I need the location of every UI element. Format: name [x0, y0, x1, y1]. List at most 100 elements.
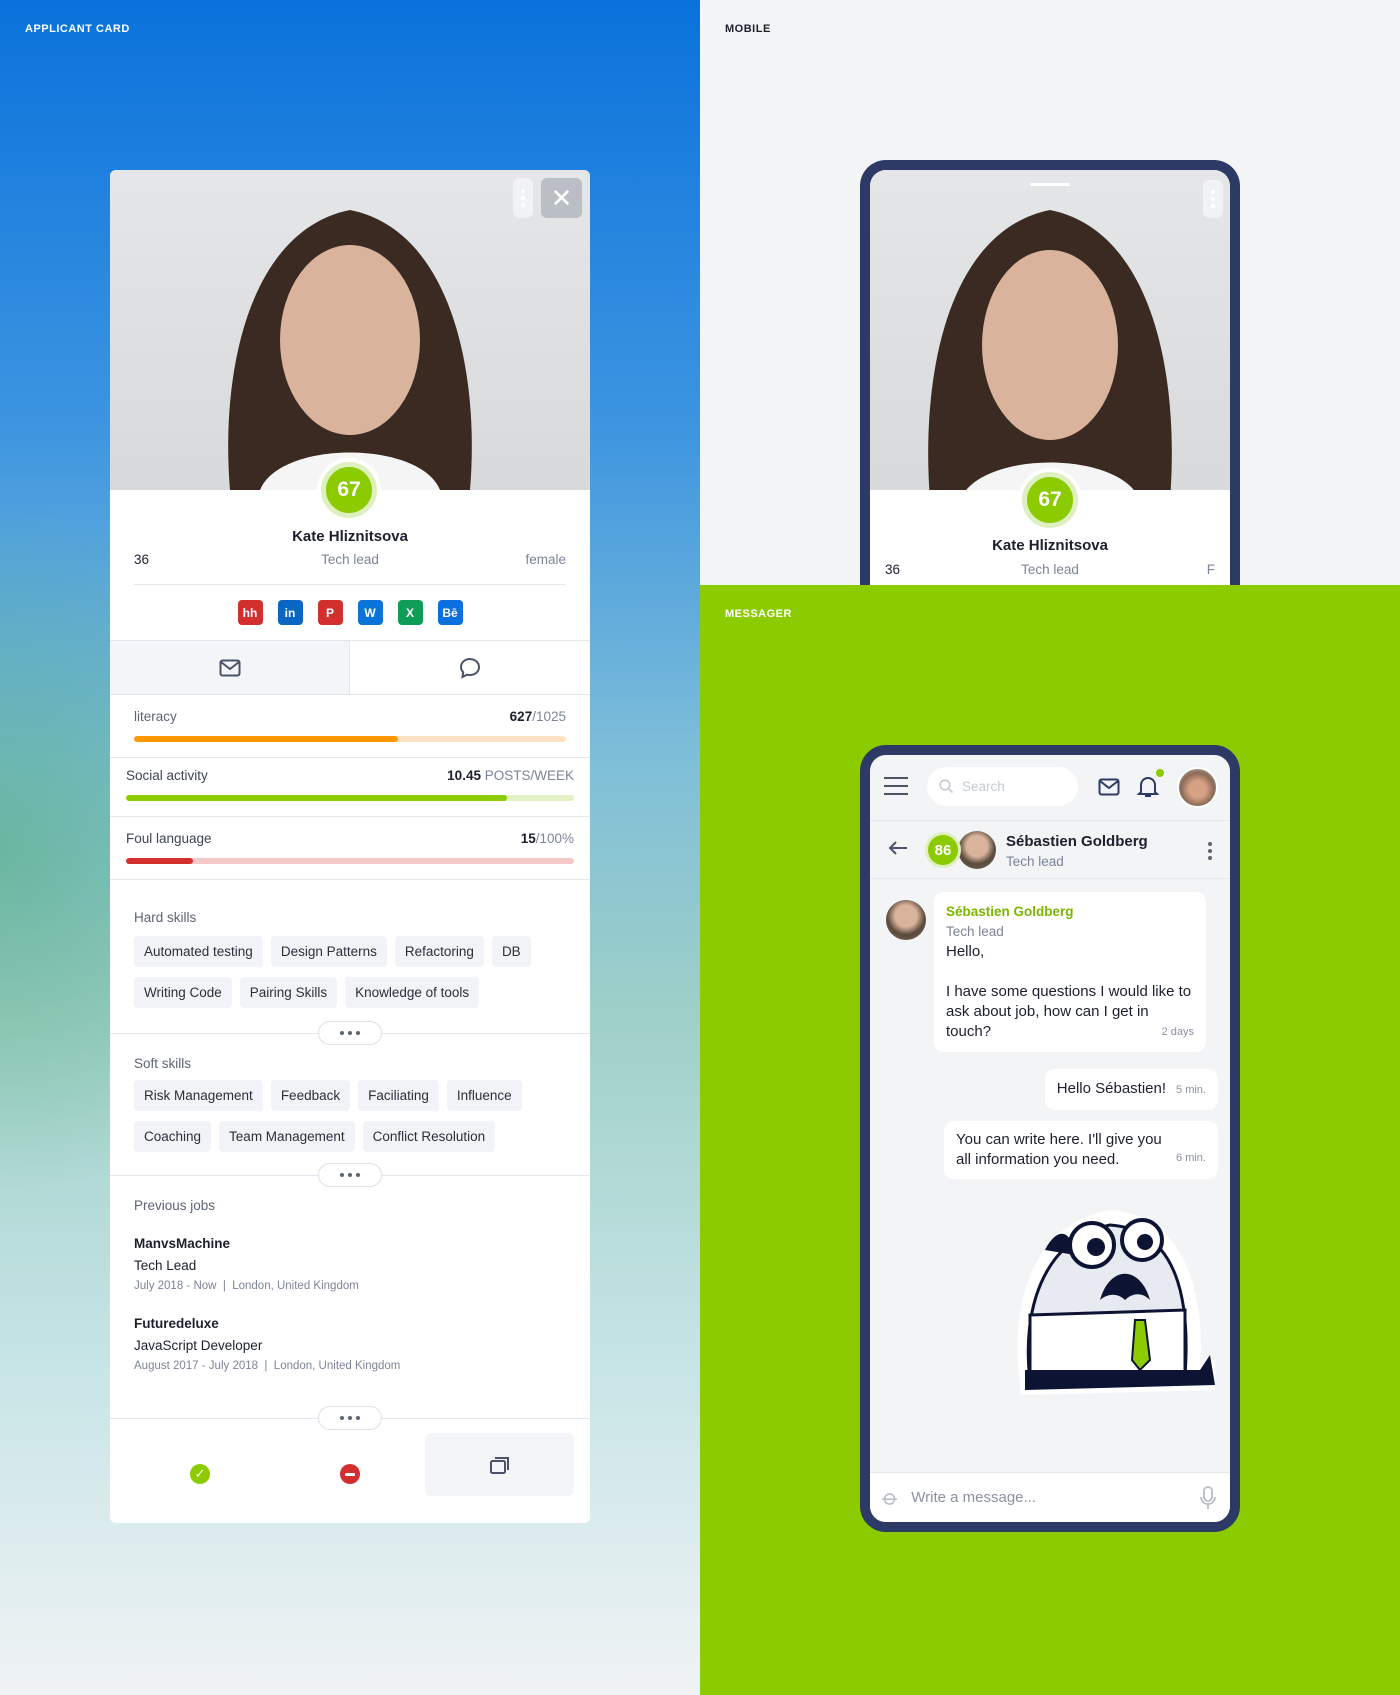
skill-chip: Pairing Skills — [239, 977, 338, 1008]
social-link-5[interactable]: Bē — [437, 600, 463, 625]
back-arrow-icon[interactable] — [888, 840, 908, 856]
show-more-jobs-button[interactable] — [318, 1406, 382, 1430]
contact-name: Sébastien Goldberg — [1006, 833, 1148, 850]
chat-bubble-icon — [459, 657, 481, 679]
stat-unit: /1025 — [532, 709, 566, 724]
search-icon — [939, 779, 954, 794]
score-badge: 67 — [321, 462, 377, 518]
contact-role: Tech lead — [1006, 854, 1064, 869]
job-company: ManvsMachine — [134, 1236, 231, 1251]
drag-handle[interactable] — [1030, 183, 1070, 186]
hamburger-menu-icon[interactable] — [884, 777, 908, 795]
bell-icon[interactable] — [1137, 775, 1159, 799]
previous-jobs-title: Previous jobs — [134, 1198, 216, 1213]
stat-progress-bar — [126, 795, 574, 801]
message-time: 6 min. — [1176, 1152, 1206, 1164]
contact-avatar — [958, 831, 996, 869]
kebab-icon[interactable] — [1208, 842, 1212, 860]
message-input[interactable]: Write a message... — [911, 1489, 1186, 1506]
skill-chip: Risk Management — [134, 1080, 263, 1111]
kebab-icon[interactable] — [513, 178, 533, 218]
search-placeholder: Search — [962, 779, 1005, 794]
skill-chip: Design Patterns — [270, 936, 387, 967]
windows-copy-icon — [489, 1456, 509, 1474]
stat-number: 627 — [509, 709, 533, 724]
stat-progress-bar — [126, 858, 574, 864]
section-label: MOBILE — [725, 23, 771, 35]
skill-chip: Knowledge of tools — [345, 977, 480, 1008]
hard-skills-title: Hard skills — [134, 910, 197, 925]
social-link-2[interactable]: P — [317, 600, 343, 625]
stat-number: 15 — [520, 831, 536, 846]
social-link-0[interactable]: hh — [237, 600, 263, 625]
message-time: 5 min. — [1176, 1084, 1206, 1096]
stat-progress-fill — [134, 736, 398, 742]
microphone-icon[interactable] — [1200, 1485, 1216, 1510]
stat-progress-bar — [134, 736, 566, 742]
social-links: hh in P W X Bē — [110, 600, 590, 625]
stat-label: Foul language — [126, 831, 212, 846]
stat-number: 10.45 — [447, 768, 481, 783]
stat-unit: POSTS/WEEK — [480, 768, 574, 783]
message-sender-role: Tech lead — [946, 924, 1004, 939]
hard-skills-list: Automated testing Design Patterns Refactor… — [134, 936, 566, 1018]
stat-label: Social activity — [126, 768, 208, 783]
message-text: Hello, — [946, 943, 985, 960]
applicant-card: ✕ 67 Kate Hliznitsova 36 Tech lead femal… — [110, 170, 590, 1523]
applicant-gender: female — [525, 552, 566, 567]
notification-dot — [1156, 769, 1164, 777]
user-avatar[interactable] — [1177, 767, 1218, 808]
job-meta: July 2018 - Now | London, United Kingdom — [134, 1280, 359, 1292]
message-composer: ⌀ Write a message... — [870, 1472, 1230, 1522]
message-text: Hello Sébastien! — [1056, 1080, 1167, 1097]
stat-label: literacy — [134, 709, 177, 724]
skill-chip: Coaching — [134, 1121, 212, 1152]
message-outgoing: Hello Sébastien! 5 min. — [1044, 1069, 1218, 1110]
skill-chip: Automated testing — [134, 936, 263, 967]
skill-chip: Conflict Resolution — [362, 1121, 496, 1152]
kebab-icon[interactable] — [1203, 180, 1223, 218]
stat-unit: /100% — [535, 831, 574, 846]
job-title: JavaScript Developer — [134, 1338, 263, 1353]
mail-icon[interactable] — [1098, 778, 1120, 796]
message-time: 2 days — [1161, 1026, 1194, 1038]
stat-value: 10.45 POSTS/WEEK — [447, 768, 574, 783]
message-sender: Sébastien Goldberg — [946, 904, 1074, 919]
stat-progress-fill — [126, 858, 194, 864]
tab-chat[interactable] — [350, 641, 590, 694]
show-more-hard-skills-button[interactable] — [318, 1021, 382, 1045]
section-label: MESSAGER — [725, 608, 792, 620]
tab-email[interactable] — [110, 641, 350, 694]
skill-chip: Faciliating — [358, 1080, 439, 1111]
message-outgoing: You can write here. I'll give you all in… — [944, 1121, 1218, 1179]
message-text: You can write here. I'll give you all in… — [956, 1131, 1162, 1168]
message-incoming: Sébastien Goldberg Tech lead Hello, I ha… — [934, 892, 1206, 1052]
skill-chip: Team Management — [219, 1121, 355, 1152]
skill-chip: Refactoring — [394, 936, 484, 967]
social-link-3[interactable]: W — [357, 600, 383, 625]
skill-chip: Influence — [446, 1080, 522, 1111]
show-more-soft-skills-button[interactable] — [318, 1163, 382, 1187]
paperclip-icon[interactable]: ⌀ — [877, 1484, 904, 1512]
skill-chip: Writing Code — [134, 977, 232, 1008]
stat-value: 15/100% — [521, 831, 574, 846]
applicant-name: Kate Hliznitsova — [292, 528, 408, 545]
copy-windows-button[interactable] — [425, 1433, 574, 1496]
social-link-1[interactable]: in — [277, 600, 303, 625]
approve-check-icon[interactable]: ✓ — [190, 1464, 210, 1484]
section-label: APPLICANT CARD — [25, 23, 130, 35]
mobile-phone-frame: 67 Kate Hliznitsova 36 Tech lead F — [860, 160, 1240, 600]
score-badge: 67 — [1022, 472, 1078, 528]
skill-chip: DB — [491, 936, 531, 967]
sender-avatar — [886, 900, 926, 940]
reject-minus-icon[interactable] — [340, 1464, 360, 1484]
search-input[interactable]: Search — [927, 767, 1078, 806]
applicant-photo — [870, 170, 1230, 500]
applicant-name: Kate Hliznitsova — [992, 537, 1108, 554]
stat-progress-fill — [126, 795, 507, 801]
mustache-character-sticker — [1017, 1210, 1215, 1395]
skill-chip: Feedback — [270, 1080, 351, 1111]
social-link-4[interactable]: X — [397, 600, 423, 625]
close-icon[interactable]: ✕ — [541, 178, 582, 218]
applicant-role: Tech lead — [321, 552, 379, 567]
